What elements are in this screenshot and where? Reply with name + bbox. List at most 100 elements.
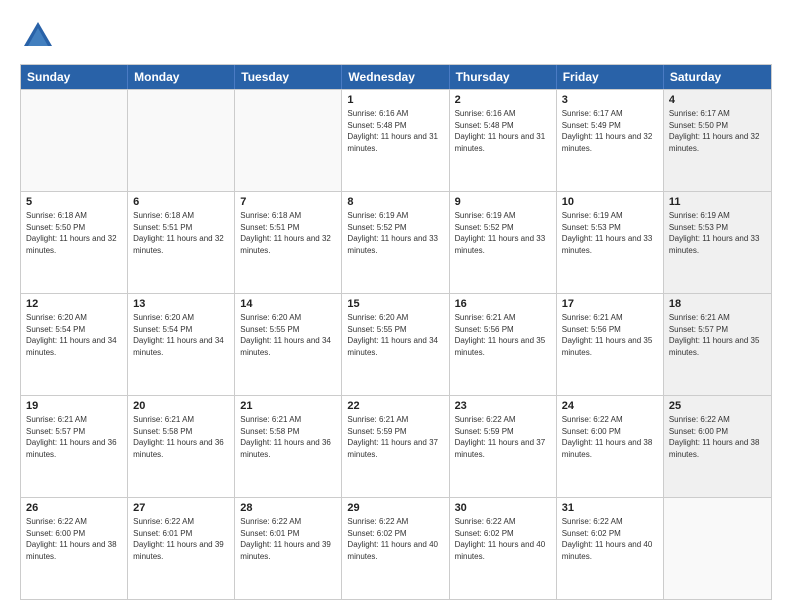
cell-info: Sunrise: 6:16 AM Sunset: 5:48 PM Dayligh… [347, 108, 443, 154]
cell-info: Sunrise: 6:18 AM Sunset: 5:51 PM Dayligh… [133, 210, 229, 256]
calendar-cell-7: 7 Sunrise: 6:18 AM Sunset: 5:51 PM Daylig… [235, 192, 342, 293]
calendar-cell-18: 18Sunrise: 6:21 AM Sunset: 5:57 PM Dayli… [664, 294, 771, 395]
day-number: 14 [240, 298, 336, 310]
calendar-cell-29: 29 Sunrise: 6:22 AM Sunset: 6:02 PM Dayli… [342, 498, 449, 599]
cell-info: Sunrise: 6:17 AM Sunset: 5:50 PM Dayligh… [669, 108, 766, 154]
cell-info: Sunrise: 6:22 AM Sunset: 6:02 PM Dayligh… [455, 516, 551, 562]
calendar-cell-23: 23 Sunrise: 6:22 AM Sunset: 5:59 PM Dayli… [450, 396, 557, 497]
cell-info: Sunrise: 6:19 AM Sunset: 5:53 PM Dayligh… [562, 210, 658, 256]
calendar-cell-22: 22Sunrise: 6:21 AM Sunset: 5:59 PM Dayli… [342, 396, 449, 497]
calendar-cell-6: 6 Sunrise: 6:18 AM Sunset: 5:51 PM Daylig… [128, 192, 235, 293]
calendar-cell-25: 25 Sunrise: 6:22 AM Sunset: 6:00 PM Dayli… [664, 396, 771, 497]
cell-info: Sunrise: 6:18 AM Sunset: 5:51 PM Dayligh… [240, 210, 336, 256]
calendar-cell-5: 5 Sunrise: 6:18 AM Sunset: 5:50 PM Daylig… [21, 192, 128, 293]
calendar-cell-17: 17Sunrise: 6:21 AM Sunset: 5:56 PM Dayli… [557, 294, 664, 395]
calendar-cell-3: 3 Sunrise: 6:17 AM Sunset: 5:49 PM Daylig… [557, 90, 664, 191]
calendar-cell-27: 27Sunrise: 6:22 AM Sunset: 6:01 PM Dayli… [128, 498, 235, 599]
cell-info: Sunrise: 6:19 AM Sunset: 5:52 PM Dayligh… [455, 210, 551, 256]
cell-info: Sunrise: 6:19 AM Sunset: 5:53 PM Dayligh… [669, 210, 766, 256]
day-number: 6 [133, 196, 229, 208]
calendar-cell-11: 11 Sunrise: 6:19 AM Sunset: 5:53 PM Dayli… [664, 192, 771, 293]
day-number: 2 [455, 94, 551, 106]
calendar-cell-empty-4-6 [664, 498, 771, 599]
calendar-cell-24: 24 Sunrise: 6:22 AM Sunset: 6:00 PM Dayli… [557, 396, 664, 497]
calendar-cell-31: 31Sunrise: 6:22 AM Sunset: 6:02 PM Dayli… [557, 498, 664, 599]
day-number: 19 [26, 400, 122, 412]
weekday-header-sunday: Sunday [21, 65, 128, 89]
day-number: 24 [562, 400, 658, 412]
day-number: 21 [240, 400, 336, 412]
calendar-cell-12: 12Sunrise: 6:20 AM Sunset: 5:54 PM Dayli… [21, 294, 128, 395]
cell-info: Sunrise: 6:17 AM Sunset: 5:49 PM Dayligh… [562, 108, 658, 154]
day-number: 22 [347, 400, 443, 412]
day-number: 12 [26, 298, 122, 310]
calendar-cell-8: 8Sunrise: 6:19 AM Sunset: 5:52 PM Daylig… [342, 192, 449, 293]
cell-info: Sunrise: 6:22 AM Sunset: 5:59 PM Dayligh… [455, 414, 551, 460]
calendar-cell-30: 30 Sunrise: 6:22 AM Sunset: 6:02 PM Dayli… [450, 498, 557, 599]
calendar-cell-2: 2 Sunrise: 6:16 AM Sunset: 5:48 PM Daylig… [450, 90, 557, 191]
calendar-cell-4: 4 Sunrise: 6:17 AM Sunset: 5:50 PM Daylig… [664, 90, 771, 191]
calendar-cell-20: 20 Sunrise: 6:21 AM Sunset: 5:58 PM Dayli… [128, 396, 235, 497]
day-number: 30 [455, 502, 551, 514]
cell-info: Sunrise: 6:21 AM Sunset: 5:58 PM Dayligh… [240, 414, 336, 460]
day-number: 29 [347, 502, 443, 514]
cell-info: Sunrise: 6:18 AM Sunset: 5:50 PM Dayligh… [26, 210, 122, 256]
calendar-row-3: 19 Sunrise: 6:21 AM Sunset: 5:57 PM Dayli… [21, 395, 771, 497]
cell-info: Sunrise: 6:22 AM Sunset: 6:01 PM Dayligh… [133, 516, 229, 562]
calendar-cell-28: 28Sunrise: 6:22 AM Sunset: 6:01 PM Dayli… [235, 498, 342, 599]
weekday-header-thursday: Thursday [450, 65, 557, 89]
day-number: 4 [669, 94, 766, 106]
cell-info: Sunrise: 6:22 AM Sunset: 6:02 PM Dayligh… [347, 516, 443, 562]
calendar-cell-14: 14 Sunrise: 6:20 AM Sunset: 5:55 PM Dayli… [235, 294, 342, 395]
day-number: 18 [669, 298, 766, 310]
calendar-header: SundayMondayTuesdayWednesdayThursdayFrid… [21, 65, 771, 89]
cell-info: Sunrise: 6:20 AM Sunset: 5:55 PM Dayligh… [240, 312, 336, 358]
day-number: 17 [562, 298, 658, 310]
day-number: 9 [455, 196, 551, 208]
day-number: 23 [455, 400, 551, 412]
day-number: 25 [669, 400, 766, 412]
day-number: 7 [240, 196, 336, 208]
weekday-header-monday: Monday [128, 65, 235, 89]
day-number: 11 [669, 196, 766, 208]
cell-info: Sunrise: 6:22 AM Sunset: 6:02 PM Dayligh… [562, 516, 658, 562]
calendar-cell-13: 13Sunrise: 6:20 AM Sunset: 5:54 PM Dayli… [128, 294, 235, 395]
calendar-cell-21: 21 Sunrise: 6:21 AM Sunset: 5:58 PM Dayli… [235, 396, 342, 497]
logo-icon [20, 18, 56, 54]
day-number: 16 [455, 298, 551, 310]
weekday-header-saturday: Saturday [664, 65, 771, 89]
calendar-cell-19: 19 Sunrise: 6:21 AM Sunset: 5:57 PM Dayli… [21, 396, 128, 497]
logo [20, 18, 60, 54]
weekday-header-wednesday: Wednesday [342, 65, 449, 89]
calendar-cell-empty-0-2 [235, 90, 342, 191]
day-number: 15 [347, 298, 443, 310]
calendar-row-2: 12 Sunrise: 6:20 AM Sunset: 5:54 PM Dayli… [21, 293, 771, 395]
calendar-row-4: 26 Sunrise: 6:22 AM Sunset: 6:00 PM Dayli… [21, 497, 771, 599]
calendar-row-0: 1 Sunrise: 6:16 AM Sunset: 5:48 PM Daylig… [21, 89, 771, 191]
weekday-header-friday: Friday [557, 65, 664, 89]
cell-info: Sunrise: 6:20 AM Sunset: 5:54 PM Dayligh… [133, 312, 229, 358]
cell-info: Sunrise: 6:22 AM Sunset: 6:00 PM Dayligh… [669, 414, 766, 460]
cell-info: Sunrise: 6:22 AM Sunset: 6:00 PM Dayligh… [26, 516, 122, 562]
cell-info: Sunrise: 6:21 AM Sunset: 5:57 PM Dayligh… [26, 414, 122, 460]
calendar-cell-10: 10Sunrise: 6:19 AM Sunset: 5:53 PM Dayli… [557, 192, 664, 293]
weekday-header-tuesday: Tuesday [235, 65, 342, 89]
day-number: 1 [347, 94, 443, 106]
cell-info: Sunrise: 6:16 AM Sunset: 5:48 PM Dayligh… [455, 108, 551, 154]
day-number: 5 [26, 196, 122, 208]
day-number: 26 [26, 502, 122, 514]
calendar-row-1: 5 Sunrise: 6:18 AM Sunset: 5:50 PM Daylig… [21, 191, 771, 293]
cell-info: Sunrise: 6:21 AM Sunset: 5:58 PM Dayligh… [133, 414, 229, 460]
cell-info: Sunrise: 6:22 AM Sunset: 6:00 PM Dayligh… [562, 414, 658, 460]
calendar-cell-1: 1 Sunrise: 6:16 AM Sunset: 5:48 PM Daylig… [342, 90, 449, 191]
cell-info: Sunrise: 6:22 AM Sunset: 6:01 PM Dayligh… [240, 516, 336, 562]
day-number: 20 [133, 400, 229, 412]
calendar-cell-empty-0-0 [21, 90, 128, 191]
header [20, 18, 772, 54]
calendar-cell-empty-0-1 [128, 90, 235, 191]
cell-info: Sunrise: 6:21 AM Sunset: 5:56 PM Dayligh… [455, 312, 551, 358]
page: SundayMondayTuesdayWednesdayThursdayFrid… [0, 0, 792, 612]
cell-info: Sunrise: 6:19 AM Sunset: 5:52 PM Dayligh… [347, 210, 443, 256]
day-number: 3 [562, 94, 658, 106]
calendar-cell-26: 26 Sunrise: 6:22 AM Sunset: 6:00 PM Dayli… [21, 498, 128, 599]
